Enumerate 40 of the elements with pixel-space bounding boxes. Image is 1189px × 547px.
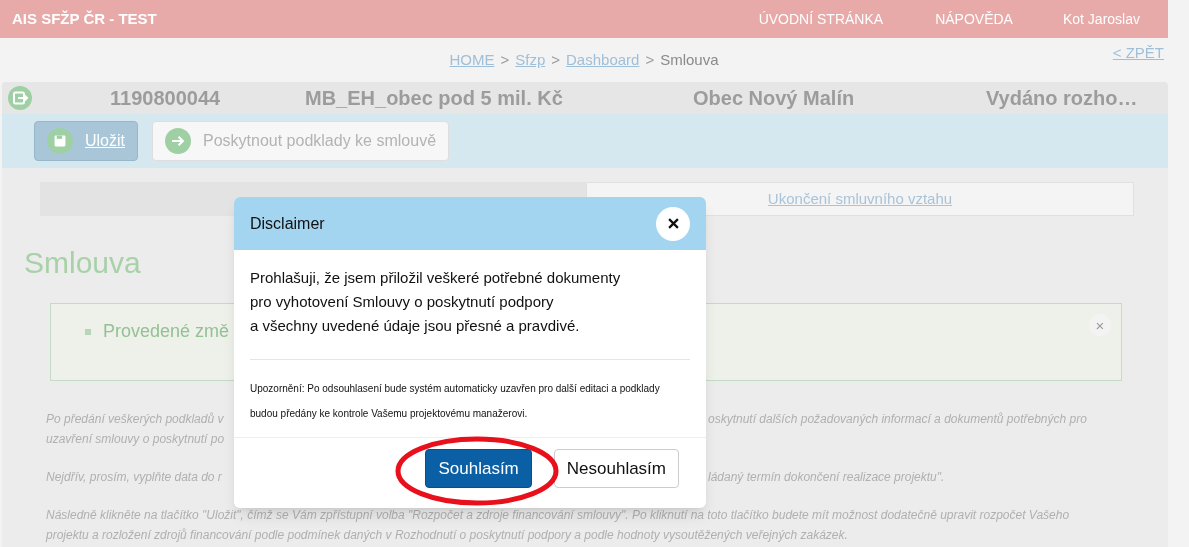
record-name: MB_EH_obec pod 5 mil. Kč [305,86,564,111]
dialog-button[interactable]: Nesouhlasím [553,449,679,488]
dialog-title: Disclaimer [250,213,325,234]
applicant-name: Obec Nový Malín [693,86,856,111]
close-button[interactable]: × [1089,314,1111,336]
back-link[interactable]: < ZPĚT [1112,42,1164,65]
paragraph-text: Nejdřív, prosím, vyplňte data do r [46,470,222,484]
record-number: 1190800044 [110,86,222,111]
breadcrumb-separator: > [551,49,560,70]
breadcrumb-current: Smlouva [660,49,719,70]
breadcrumb-link[interactable]: HOME [449,48,495,72]
nav-link[interactable]: ÚVODNÍ STRÁNKA [758,8,884,30]
toolbar-button[interactable]: Uložit [34,121,138,161]
save-icon [47,128,73,154]
paragraph-text: ládaný termín dokončení realizace projektu". [708,469,945,486]
dialog-text: pro vyhotovení Smlouvy o poskytnutí podpory [250,292,555,312]
arrow-right-icon [165,128,191,154]
notice-text: Upozornění: Po odsouhlasení bude systém automaticky uzavřen pro další editaci a podklady [250,382,661,396]
app-title: AIS SFŽP ČR - TEST [12,8,157,29]
close-icon [667,218,679,229]
breadcrumb-link[interactable]: Sfzp [515,48,546,72]
dialog-text: a všechny uvedené údaje jsou přesné a pravdivé. [250,316,581,336]
paragraph-text: Po předání veškerých podkladů v [46,412,224,426]
breadcrumb-separator: > [645,49,655,70]
breadcrumb-separator: > [500,49,510,70]
page-title: Smlouva [24,245,141,281]
breadcrumb-link[interactable]: Dashboard [566,48,640,72]
close-button[interactable] [656,206,690,241]
paragraph-text: oskytnutí dalších požadovaných informací a dokumentů potřebných pro [708,411,1087,428]
paragraph-text: projektu a rozložení zdrojů financování podle podmínek daných v Rozhodnutí o poskytnutí podpory a podle hodnoty vysoutěžených veřejných zakázek. [46,527,849,544]
bullet-icon [85,328,91,335]
dialog-text: Prohlašuji, že jsem přiložil veškeré potřebné dokumenty [250,268,622,288]
paragraph-text: uzavření smlouvy o poskytnutí po [46,432,225,446]
notice-text: budou předány ke kontrole Vašemu projektovému manažerovi. [250,407,529,421]
dialog-button[interactable]: Souhlasím [425,449,532,488]
alert-text: Provedené změ [103,320,230,343]
paragraph-text: Následně klikněte na tlačítko "Uložit", čímž se Vám zpřístupní volba "Rozpočet a zdroje financování smlouvy". Po kliknutí na toto tlačítko budete mít možnost dodatečně upravit rozpočet Vašeho [46,507,1071,524]
record-status: Vydáno rozho… [986,86,1138,111]
nav-link[interactable]: Kot Jaroslav [1062,8,1140,30]
nav-link[interactable]: NÁPOVĚDA [935,8,1013,30]
